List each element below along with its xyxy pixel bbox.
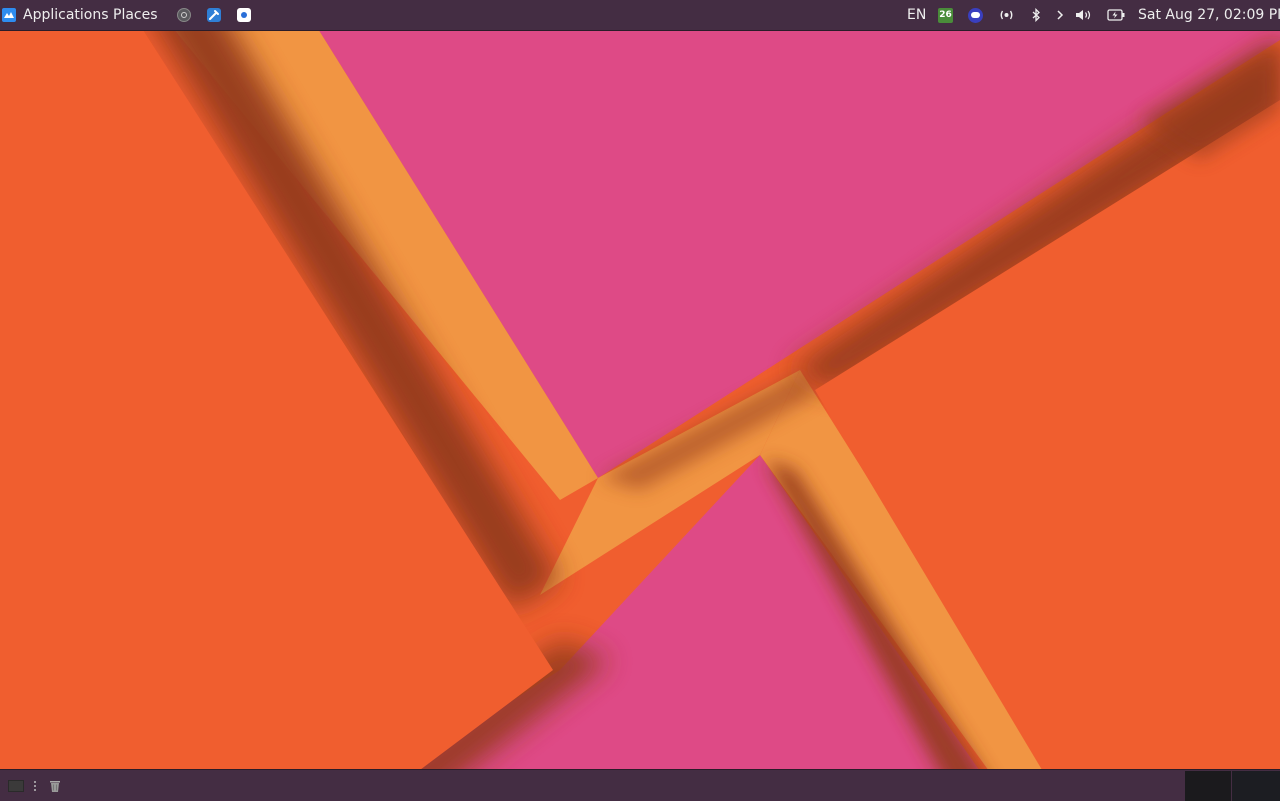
applications-menu-icon bbox=[2, 8, 16, 22]
places-menu-label: Places bbox=[113, 7, 158, 23]
desktop-wallpaper bbox=[0, 0, 1280, 800]
battery-tray[interactable] bbox=[1107, 0, 1126, 30]
update-notifier-icon bbox=[968, 7, 983, 23]
battery-charging-icon bbox=[1107, 9, 1125, 21]
settings-manager-icon bbox=[207, 8, 221, 22]
bluetooth-tray[interactable] bbox=[1031, 0, 1041, 30]
settings-app-icon bbox=[177, 8, 191, 22]
clipboard-badge-label: 26 bbox=[939, 9, 952, 20]
network-broadcast-icon bbox=[1000, 10, 1013, 20]
applications-menu[interactable]: Applications bbox=[2, 0, 109, 30]
clipboard-manager-icon: 26 bbox=[938, 7, 953, 23]
keyboard-layout-label: EN bbox=[907, 7, 927, 23]
volume-tray[interactable] bbox=[1075, 0, 1093, 30]
applications-menu-label: Applications bbox=[23, 7, 109, 23]
clipboard-manager-tray[interactable]: 26 bbox=[938, 0, 953, 30]
tray-expand-button[interactable] bbox=[1056, 0, 1064, 30]
workspace-2[interactable] bbox=[1232, 771, 1280, 801]
clock-label: Sat Aug 27, 02:09 PM bbox=[1138, 7, 1280, 23]
show-desktop-button[interactable] bbox=[8, 770, 24, 801]
launcher-settings-manager[interactable] bbox=[207, 0, 221, 30]
bluetooth-icon bbox=[1032, 8, 1040, 22]
show-desktop-icon bbox=[8, 779, 24, 792]
chevron-right-icon bbox=[1057, 10, 1064, 20]
workspace-1[interactable] bbox=[1185, 771, 1231, 801]
top-panel: Applications Places EN 26 Sat Aug 27, 02… bbox=[0, 0, 1280, 31]
keyboard-layout-indicator[interactable]: EN bbox=[907, 0, 926, 30]
trash-launcher[interactable] bbox=[49, 770, 61, 801]
bottom-panel bbox=[0, 769, 1280, 801]
network-tray[interactable] bbox=[998, 0, 1015, 30]
places-menu[interactable]: Places bbox=[113, 0, 158, 30]
panel-separator[interactable] bbox=[33, 770, 37, 801]
launcher-chromium[interactable] bbox=[237, 0, 251, 30]
volume-icon bbox=[1076, 10, 1091, 20]
update-notifier-tray[interactable] bbox=[968, 0, 983, 30]
trash-icon bbox=[50, 780, 60, 792]
chromium-browser-icon bbox=[237, 8, 251, 22]
launcher-settings-app[interactable] bbox=[177, 0, 191, 30]
separator-handle-icon bbox=[34, 780, 36, 791]
clock[interactable]: Sat Aug 27, 02:09 PM bbox=[1138, 0, 1280, 30]
